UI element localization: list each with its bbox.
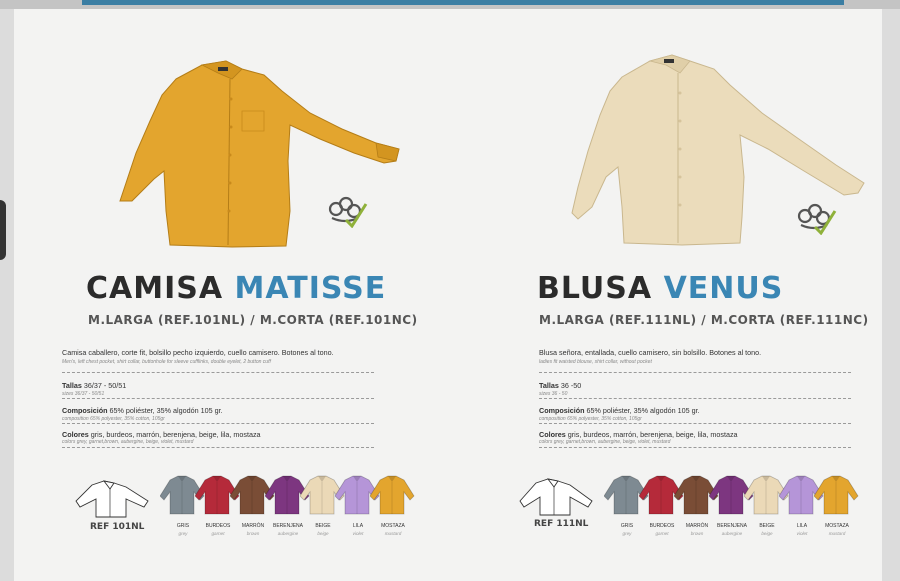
composicion-label: Composición: [62, 406, 108, 415]
composicion-en: composition 65% polyester, 35% cotton, 1…: [539, 416, 642, 422]
swatch-name: BEIGE: [315, 523, 331, 529]
tallas-en: sizes 36/37 - 50/51: [62, 391, 105, 397]
title-accent: MATISSE: [234, 271, 387, 306]
swatch-name: BERENJENA: [716, 523, 747, 529]
swatch-name: LILA: [796, 523, 808, 529]
product-camisa-matisse: CAMISA MATISSE M.LARGA (REF.101NL) / M.C…: [14, 9, 448, 581]
divider: [539, 372, 851, 373]
cotton-check-icon: [328, 196, 368, 228]
tallas-label: Tallas: [62, 381, 82, 390]
tallas-label: Tallas: [539, 381, 559, 390]
swatch-name-en: aubergine: [721, 531, 743, 536]
tallas-en: sizes 36 - 50: [539, 391, 568, 397]
swatch-name: BURDEOS: [205, 523, 231, 529]
swatch-name: BURDEOS: [649, 523, 675, 529]
swatch-name-en: violet: [796, 531, 808, 536]
cotton-check-icon: [797, 203, 837, 235]
swatch-name-en: mustard: [384, 531, 402, 536]
page-edge-tab: [0, 200, 6, 260]
product-subtitle: M.LARGA (REF.111NL) / M.CORTA (REF.111NC…: [539, 313, 869, 327]
description-en: ladies fit waisted blouse, shirt collar,…: [539, 359, 652, 365]
composicion-row: Composición 65% poliéster, 35% algodón 1…: [62, 406, 223, 415]
composicion-value: 65% poliéster, 35% algodón 105 gr.: [109, 406, 223, 415]
swatch-name: MARRÓN: [241, 523, 265, 529]
title-main: BLUSA: [537, 271, 653, 306]
top-accent-stripe: [82, 0, 844, 5]
composicion-en: composition 65% polyester, 35% cotton, 1…: [62, 416, 165, 422]
swatch-name-en: brown: [690, 531, 704, 536]
title-accent: VENUS: [663, 271, 784, 306]
composicion-value: 65% poliéster, 35% algodón 105 gr.: [586, 406, 700, 415]
ref-code: REF 111NL: [534, 519, 589, 529]
divider: [62, 423, 374, 424]
swatch-name-en: grey: [178, 531, 188, 536]
divider: [539, 423, 851, 424]
colores-label: Colores: [62, 430, 89, 439]
swatch-name: BERENJENA: [272, 523, 303, 529]
tallas-row: Tallas 36 -50: [539, 381, 581, 390]
colores-row: Colores gris, burdeos, marrón, berenjena…: [539, 430, 738, 439]
swatch-name: BEIGE: [759, 523, 775, 529]
swatch-name: GRIS: [176, 523, 190, 529]
colores-value: gris, burdeos, marrón, berenjena, beige,…: [567, 430, 738, 439]
mens-shirt-photo: [119, 60, 400, 248]
tallas-row: Tallas 36/37 - 50/51: [62, 381, 126, 390]
colores-en: colors grey, garnet,brown, aubergine, be…: [62, 439, 194, 445]
colores-en: colors grey, garnet,brown, aubergine, be…: [539, 439, 671, 445]
swatch-name-en: violet: [352, 531, 364, 536]
colores-value: gris, burdeos, marrón, berenjena, beige,…: [90, 430, 261, 439]
swatch-name-en: garnet: [655, 531, 669, 536]
tallas-value: 36/37 - 50/51: [83, 381, 127, 390]
product-title: CAMISA MATISSE: [86, 271, 386, 306]
ref-code: REF 101NL: [90, 522, 145, 532]
blouse-technical-sketch: [519, 478, 593, 516]
swatch-name: LILA: [352, 523, 364, 529]
swatch-name-en: beige: [317, 531, 329, 536]
catalog-page: CAMISA MATISSE M.LARGA (REF.101NL) / M.C…: [14, 9, 882, 581]
swatch-name: MARRÓN: [685, 523, 709, 529]
swatch-shirt: [370, 475, 415, 515]
description: Camisa caballero, corte fit, bolsillo pe…: [62, 348, 334, 357]
composicion-row: Composición 65% poliéster, 35% algodón 1…: [539, 406, 700, 415]
shirt-technical-sketch: [75, 480, 149, 518]
product-blusa-venus: BLUSA VENUS M.LARGA (REF.111NL) / M.CORT…: [448, 9, 882, 581]
swatch-name-en: aubergine: [277, 531, 299, 536]
divider: [539, 447, 851, 448]
swatch-name-en: beige: [761, 531, 773, 536]
swatch-name: MOSTAZA: [381, 523, 405, 529]
title-main: CAMISA: [86, 271, 224, 306]
swatch-shirt: [814, 475, 859, 515]
divider: [62, 447, 374, 448]
top-bar: [0, 0, 900, 9]
swatch-name: GRIS: [620, 523, 634, 529]
colores-label: Colores: [539, 430, 566, 439]
swatch-name: MOSTAZA: [825, 523, 849, 529]
tallas-value: 36 -50: [560, 381, 582, 390]
composicion-label: Composición: [539, 406, 585, 415]
description-en: Men's, left chest pocket, shirt collar, …: [62, 359, 271, 365]
colores-row: Colores gris, burdeos, marrón, berenjena…: [62, 430, 261, 439]
product-subtitle: M.LARGA (REF.101NL) / M.CORTA (REF.101NC…: [88, 313, 418, 327]
product-title: BLUSA VENUS: [537, 271, 783, 306]
swatch-name-en: mustard: [828, 531, 846, 536]
swatch-name-en: brown: [246, 531, 260, 536]
divider: [62, 398, 374, 399]
description: Blusa señora, entallada, cuello camisero…: [539, 348, 762, 357]
divider: [539, 398, 851, 399]
swatch-name-en: garnet: [211, 531, 225, 536]
swatch-name-en: grey: [622, 531, 632, 536]
divider: [62, 372, 374, 373]
